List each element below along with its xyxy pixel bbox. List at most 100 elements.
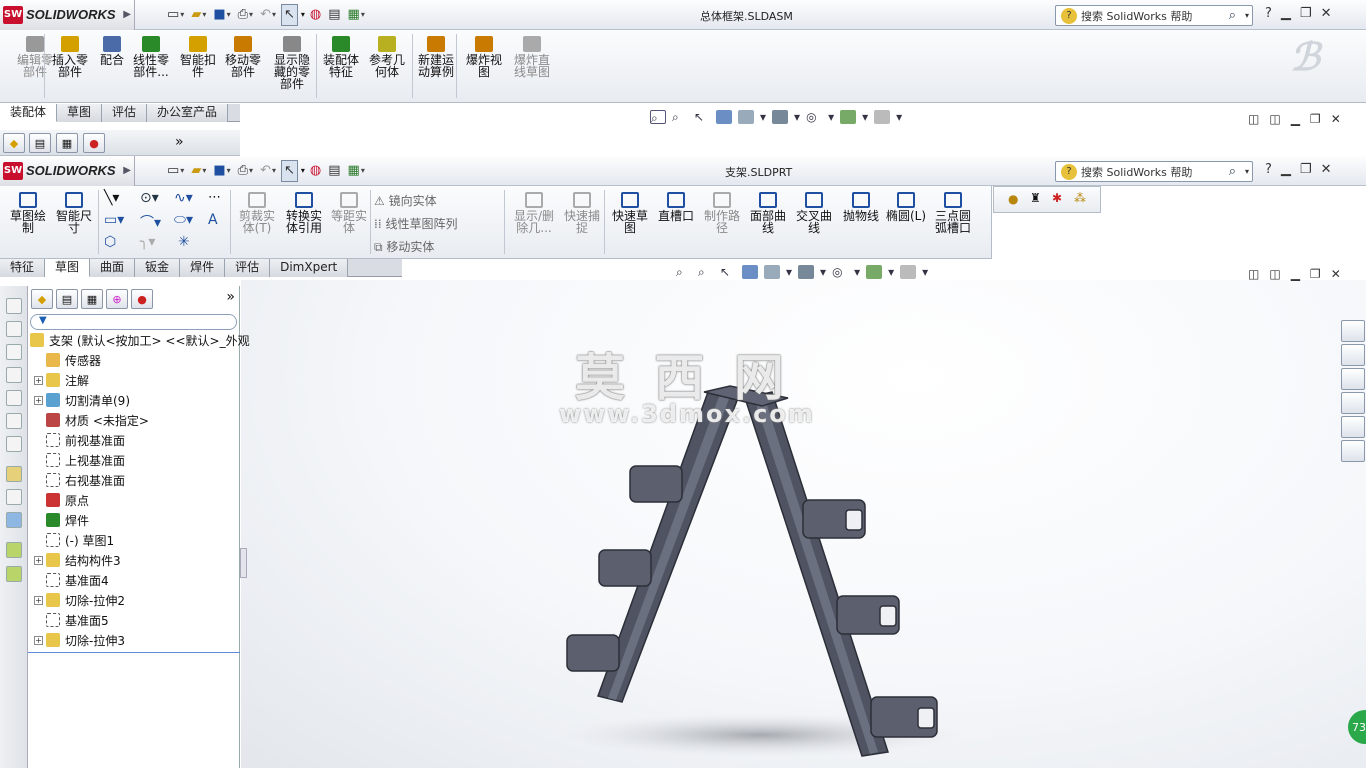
tree-item[interactable]: + 切除-拉伸3 [34,630,125,650]
close-icon[interactable]: ✕ [1331,267,1341,281]
restore-icon[interactable]: ❐ [1310,267,1321,281]
chevron-down-icon[interactable]: ▾ [1245,11,1249,20]
view-front-icon[interactable] [6,298,22,314]
tile-left-icon[interactable]: ◫ [1248,112,1259,126]
restore-icon[interactable]: ❐ [1300,6,1312,21]
part-ribbon-button-14[interactable]: 三点圆 弧槽口 [930,192,976,234]
restore-icon[interactable]: ❐ [1310,112,1321,126]
minimize-icon[interactable]: ▁ [1291,112,1300,126]
asm-ribbon-button-7[interactable]: 装配体 特征 [320,36,362,78]
options-icon[interactable]: ▦ ▾ [346,4,367,26]
chevron-right-icon[interactable]: ▶ [123,165,131,176]
rollback-bar[interactable] [28,652,240,653]
tree-item[interactable]: 上视基准面 [34,450,125,470]
task-pane-custom-properties-icon[interactable] [1341,440,1365,462]
view-settings-icon[interactable] [900,265,917,279]
tab-3[interactable]: 办公室产品 [147,104,229,122]
tile-right-icon[interactable]: ◫ [1269,112,1280,126]
property-manager-tab-icon[interactable]: ▤ [56,289,78,309]
layer-2-icon[interactable] [6,566,22,582]
zoom-area-icon[interactable]: ⌕ [672,110,688,124]
tab-3[interactable]: 钣金 [135,259,181,277]
tree-filter-input[interactable]: ▼ [30,314,237,330]
tab-2[interactable]: 评估 [102,104,148,122]
previous-view-icon[interactable]: ↖ [694,110,710,124]
display-manager-tab-icon[interactable]: ● [131,289,153,309]
tree-item[interactable]: 基准面4 [34,570,109,590]
task-pane-library-icon[interactable] [1341,344,1365,366]
layer-1-icon[interactable] [6,542,22,558]
search-icon[interactable]: ⌕ [1229,8,1236,23]
tree-item[interactable]: 传感器 [34,350,101,370]
edit-appearance-icon[interactable] [840,110,857,124]
close-icon[interactable]: ✕ [1321,6,1332,21]
part-ribbon-button-13[interactable]: 椭圆(L) [884,192,928,222]
minimize-icon[interactable]: ▁ [1291,267,1300,281]
print-icon[interactable]: ⎙ ▾ [236,4,255,26]
asm-ribbon-button-5[interactable]: 移动零 部件 [222,36,264,78]
part-ribbon-button-5[interactable]: 显示/删 除几... [508,192,560,234]
smart-dim-shortcut-icon[interactable] [6,489,22,505]
dimxpert-manager-tab-icon[interactable]: ⊕ [106,289,128,309]
select-pointer-icon[interactable]: ↖ [280,3,298,26]
view-back-icon[interactable] [6,321,22,337]
checker-icon[interactable]: ✱ [1052,191,1062,205]
tab-4[interactable]: 焊件 [180,259,226,277]
chevron-down-icon[interactable]: ▾ [1245,167,1249,176]
feature-manager-tab-icon[interactable]: ◆ [3,133,25,153]
display-style-icon[interactable] [798,265,815,279]
appearance-icon[interactable]: ● [1008,192,1018,206]
tile-left-icon[interactable]: ◫ [1248,267,1259,281]
tab-6[interactable]: DimXpert [270,259,349,277]
tile-right-icon[interactable]: ◫ [1269,267,1280,281]
rebuild-icon[interactable]: ◍ [308,160,323,182]
part-ribbon-button-3[interactable]: 转换实 体引用 [282,192,326,234]
asm-ribbon-button-4[interactable]: 智能扣 件 [176,36,220,78]
circle-icon[interactable]: ⊙▾ [140,190,159,206]
graphics-viewport[interactable]: 莫 西 网 www.3dmox.com 73 [241,280,1366,768]
help-menu-button[interactable]: ? [1265,162,1272,177]
save-icon[interactable]: ■ ▾ [211,4,232,26]
view-orientation-icon[interactable] [764,265,780,279]
minimize-icon[interactable]: ▁ [1281,6,1291,21]
part-ribbon-button-4[interactable]: 等距实 体 [328,192,370,234]
rectangle-icon[interactable]: ▭▾ [104,212,124,228]
minimize-icon[interactable]: ▁ [1281,162,1291,177]
spline-icon[interactable]: ∿▾ [174,190,193,206]
tab-2[interactable]: 曲面 [90,259,136,277]
property-manager-tab-icon[interactable]: ▤ [29,133,51,153]
bracket-model-svg[interactable] [241,280,1366,768]
file-properties-icon[interactable]: ▤ [326,4,342,26]
undo-icon[interactable]: ↶ ▾ [258,160,278,182]
asm-ribbon-button-6[interactable]: 显示隐 藏的零 部件 [270,36,314,90]
new-document-icon[interactable]: ▭ ▾ [165,160,186,182]
part-ribbon-button-7[interactable]: 快速草 图 [608,192,652,234]
help-search-box[interactable]: ? 搜索 SolidWorks 帮助 ⌕ ▾ [1055,161,1253,182]
polygon-icon[interactable]: ⬡ [104,234,116,250]
tab-1[interactable]: 草图 [57,104,103,122]
print-icon[interactable]: ⎙ ▾ [236,160,255,182]
task-pane-appearances-icon[interactable] [1341,416,1365,438]
hide-show-icon[interactable]: ◎ [806,110,822,124]
task-pane-view-palette-icon[interactable] [1341,392,1365,414]
part-ribbon-button-0[interactable]: 草图绘 制 [6,192,50,234]
part-ribbon-button-1[interactable]: 智能尺 寸 [52,192,96,234]
select-pointer-icon[interactable]: ↖ [280,159,298,182]
tab-1[interactable]: 草图 [45,259,91,277]
feature-manager-tab-icon[interactable]: ◆ [31,289,53,309]
asm-ribbon-button-8[interactable]: 参考几 何体 [366,36,408,78]
configuration-manager-tab-icon[interactable]: ▦ [56,133,78,153]
new-document-icon[interactable]: ▭ ▾ [165,4,186,26]
configuration-manager-tab-icon[interactable]: ▦ [81,289,103,309]
save-icon[interactable]: ■ ▾ [211,160,232,182]
point-icon[interactable]: ✳ [178,234,190,250]
part-ribbon-button-8[interactable]: 直槽口 [654,192,698,222]
section-view-icon[interactable] [742,265,758,279]
tree-item[interactable]: 基准面5 [34,610,109,630]
task-pane-home-icon[interactable] [1341,320,1365,342]
file-properties-icon[interactable]: ▤ [326,160,342,182]
solidworks-logo[interactable]: SW SOLIDWORKS ▶ [0,0,135,30]
view-right-icon[interactable] [6,367,22,383]
expand-icon[interactable]: + [34,555,43,565]
part-ribbon-button-12[interactable]: 抛物线 [838,192,884,222]
